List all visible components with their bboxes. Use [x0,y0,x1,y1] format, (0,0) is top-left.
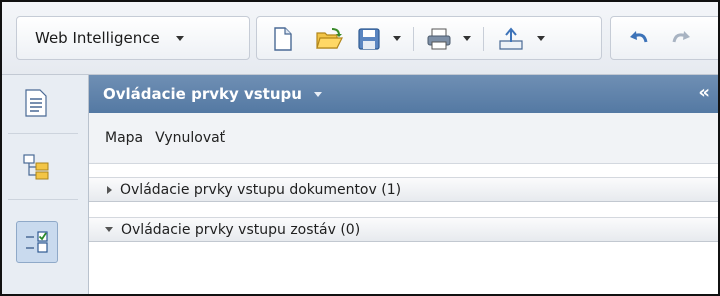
print-dropdown-icon[interactable] [463,36,471,41]
navigation-map-button[interactable] [16,147,56,187]
export-dropdown-icon[interactable] [537,36,545,41]
toolbar-divider [483,27,484,51]
input-controls-panel: Ovládacie prvky vstupu « Mapa Vynulovať … [89,75,718,294]
menu-item-vynulovat[interactable]: Vynulovať [155,130,225,146]
section-label: Ovládacie prvky vstupu dokumentov (1) [120,181,402,198]
export-icon [499,27,523,50]
open-folder-icon [316,28,343,49]
web-intelligence-menu[interactable]: Web Intelligence [16,16,250,60]
web-intelligence-label: Web Intelligence [35,29,160,47]
save-dropdown-icon[interactable] [393,36,401,41]
chevron-down-icon[interactable] [313,91,322,97]
save-icon [358,28,380,50]
undo-icon [630,31,648,43]
menu-item-mapa[interactable]: Mapa [105,130,143,146]
rail-divider [8,199,78,200]
left-side-rail [2,75,89,294]
input-controls-icon [26,231,48,253]
open-button[interactable] [315,25,343,53]
rail-divider [8,133,78,134]
section-label: Ovládacie prvky vstupu zostáv (0) [121,221,361,238]
save-button[interactable] [355,25,383,53]
print-button[interactable] [425,25,453,53]
document-summary-button[interactable] [16,83,56,123]
redo-button[interactable] [667,25,695,53]
redo-icon [672,31,690,43]
export-button[interactable] [497,25,525,53]
panel-header: Ovládacie prvky vstupu « [89,75,718,113]
section-report-input-controls[interactable]: Ovládacie prvky vstupu zostáv (0) [89,217,718,242]
main-toolbar: Web Intelligence [2,2,718,75]
panel-menu-bar: Mapa Vynulovať [89,113,718,164]
print-icon [427,28,451,50]
panel-title[interactable]: Ovládacie prvky vstupu [103,85,302,103]
undo-button[interactable] [625,25,653,53]
app-window: Web Intelligence Ovládacie prvky vstupu … [0,0,720,296]
expand-arrow-icon[interactable] [107,185,112,194]
collapse-panel-icon[interactable]: « [698,84,710,102]
input-controls-button[interactable] [16,221,58,263]
navigation-map-icon [23,154,49,180]
toolbar-divider [413,27,414,51]
file-toolbar-group [256,16,602,60]
section-document-input-controls[interactable]: Ovládacie prvky vstupu dokumentov (1) [89,177,718,202]
history-toolbar-group [610,16,718,60]
chevron-down-icon [175,35,184,41]
document-summary-icon [25,89,47,117]
collapse-arrow-icon[interactable] [105,227,113,232]
new-document-icon [274,27,292,51]
new-document-button[interactable] [269,25,297,53]
